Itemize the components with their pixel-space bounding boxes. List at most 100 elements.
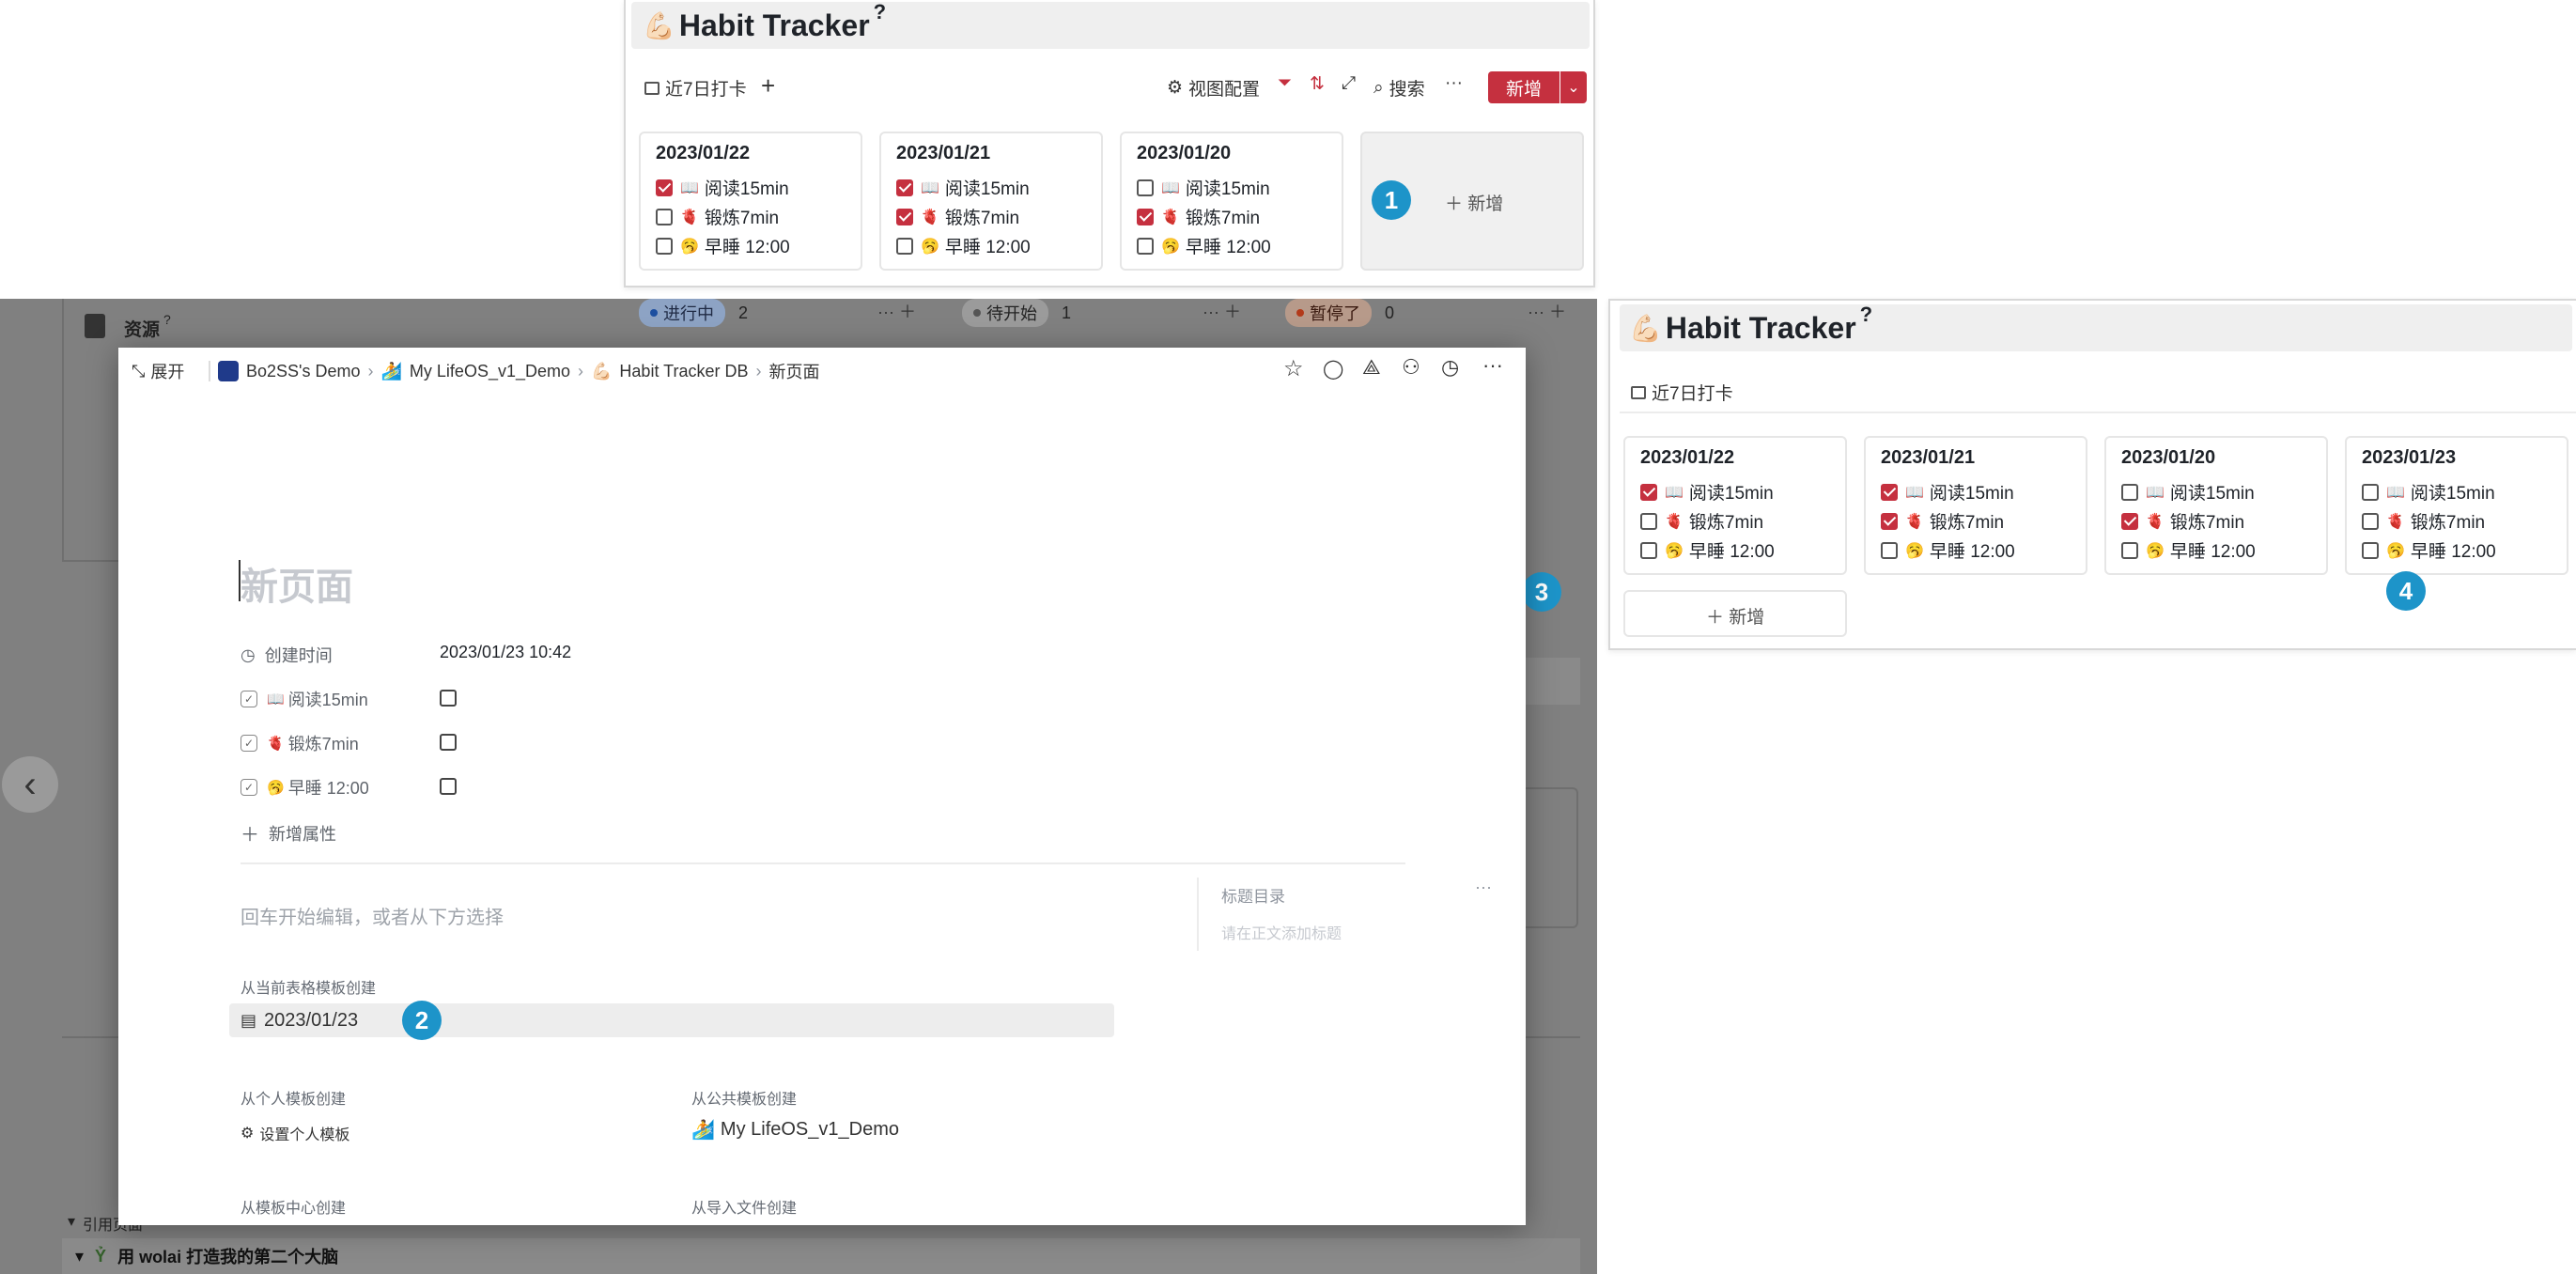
date-card[interactable]: 2023/01/23 📖 阅读15min 🫀 锻炼7min 🥱 早睡 12:00 <box>2345 436 2568 575</box>
habit-row[interactable]: 📖 阅读15min <box>1137 175 1270 200</box>
date-card[interactable]: 2023/01/21 📖 阅读15min 🫀 锻炼7min 🥱 早睡 12:00 <box>879 132 1103 271</box>
habit-row[interactable]: 📖 阅读15min <box>2121 479 2255 505</box>
kanban-header-paused[interactable]: 暂停了 0 <box>1285 299 1394 327</box>
date-card[interactable]: 2023/01/20 📖 阅读15min 🫀 锻炼7min 🥱 早睡 12:00 <box>1120 132 1343 271</box>
chevron-down-icon: ⌄ <box>1567 80 1580 96</box>
habit-checkbox[interactable] <box>2362 512 2379 530</box>
sort-icon[interactable]: ⇅ <box>1310 73 1325 95</box>
toc-more-icon[interactable]: ··· <box>1475 878 1492 897</box>
habit-row[interactable]: 🥱 早睡 12:00 <box>2121 537 2256 563</box>
help-qmark[interactable]: ? <box>874 0 886 24</box>
comment-icon[interactable]: ◯ <box>1323 357 1343 381</box>
more-button[interactable]: ··· <box>1445 73 1463 94</box>
public-template-item[interactable]: 🏄 My LifeOS_v1_Demo <box>691 1118 899 1142</box>
kanban-more[interactable]: ··· ＋ <box>877 299 916 323</box>
view-tab[interactable]: 近7日打卡 <box>1631 380 1733 405</box>
nav-prev-button[interactable]: ‹ <box>2 756 58 813</box>
table-template-item[interactable]: ▤ 2023/01/23 <box>229 1003 1114 1037</box>
habit-checkbox[interactable] <box>2121 483 2138 501</box>
habit-row[interactable]: 🥱 早睡 12:00 <box>2362 537 2496 563</box>
new-button[interactable]: 新增 <box>1488 71 1560 103</box>
help-qmark[interactable]: ? <box>1860 303 1872 327</box>
habit-row[interactable]: 🥱 早睡 12:00 <box>1881 537 2015 563</box>
from-personal-label: 从个人模板创建 <box>241 1092 347 1108</box>
habit-checkbox[interactable] <box>1881 512 1898 530</box>
search-button[interactable]: ⌕ 搜索 <box>1373 75 1425 101</box>
set-personal-template[interactable]: ⚙ 设置个人模板 <box>241 1122 349 1144</box>
habit-checkbox[interactable] <box>1881 483 1898 501</box>
star-icon[interactable]: ☆ <box>1283 355 1304 382</box>
habit-checkbox[interactable] <box>656 208 673 225</box>
habit-checkbox[interactable] <box>896 237 913 255</box>
date-card[interactable]: 2023/01/22 📖 阅读15min 🫀 锻炼7min 🥱 早睡 12:00 <box>639 132 862 271</box>
habit-row[interactable]: 🥱 早睡 12:00 <box>1137 233 1271 258</box>
workspace-avatar <box>218 361 239 381</box>
page-title-input[interactable]: 新页面 <box>241 556 353 611</box>
habit-checkbox[interactable] <box>2362 541 2379 559</box>
habit-checkbox[interactable] <box>1137 237 1154 255</box>
editor-placeholder[interactable]: 回车开始编辑，或者从下方选择 <box>241 902 504 929</box>
more-icon[interactable]: ··· <box>1482 353 1503 378</box>
habit-row[interactable]: 🫀 锻炼7min <box>1881 508 2004 534</box>
habit-checkbox[interactable] <box>1137 208 1154 225</box>
prop-exercise[interactable]: ✓ 🫀 锻炼7min <box>241 731 359 755</box>
add-view-button[interactable]: + <box>761 71 775 101</box>
filter-icon[interactable]: ⏷ <box>1278 73 1292 94</box>
habit-row[interactable]: 🥱 早睡 12:00 <box>896 233 1031 258</box>
breadcrumb-item[interactable]: Habit Tracker DB <box>619 362 748 381</box>
view-config-button[interactable]: ⚙ 视图配置 <box>1167 75 1260 101</box>
prop-sleep[interactable]: ✓ 🥱 早睡 12:00 <box>241 775 369 800</box>
add-property-button[interactable]: ＋ 新增属性 <box>241 819 336 847</box>
prop-created-time[interactable]: ◷ 创建时间 <box>241 643 333 667</box>
habit-row[interactable]: 🫀 锻炼7min <box>2121 508 2244 534</box>
habit-row[interactable]: 🫀 锻炼7min <box>1137 204 1260 229</box>
add-member-icon[interactable]: ⚇ <box>1402 355 1420 380</box>
habit-row[interactable]: 📖 阅读15min <box>1881 479 2014 505</box>
habit-checkbox[interactable] <box>896 179 913 196</box>
date-card[interactable]: 2023/01/22 📖 阅读15min 🫀 锻炼7min 🥱 早睡 12:00 <box>1623 436 1847 575</box>
habit-row[interactable]: 🫀 锻炼7min <box>656 204 779 229</box>
habit-checkbox[interactable] <box>656 179 673 196</box>
habit-checkbox[interactable] <box>1137 179 1154 196</box>
habit-checkbox[interactable] <box>656 237 673 255</box>
date-card[interactable]: 2023/01/20 📖 阅读15min 🫀 锻炼7min 🥱 早睡 12:00 <box>2104 436 2328 575</box>
habit-checkbox[interactable] <box>2121 541 2138 559</box>
habit-row[interactable]: 🫀 锻炼7min <box>1640 508 1763 534</box>
habit-row[interactable]: 📖 阅读15min <box>656 175 789 200</box>
habit-row[interactable]: 📖 阅读15min <box>896 175 1030 200</box>
kanban-more[interactable]: ··· ＋ <box>1528 299 1566 323</box>
habit-row[interactable]: 📖 阅读15min <box>2362 479 2495 505</box>
right-title-bar: 💪🏻 Habit Tracker ? <box>1620 303 2572 351</box>
bottom-list-item[interactable]: ▾ Ỷ 用 wolai 打造我的第二个大脑 <box>62 1238 1580 1274</box>
habit-row[interactable]: 🫀 锻炼7min <box>896 204 1019 229</box>
date-card[interactable]: 2023/01/21 📖 阅读15min 🫀 锻炼7min 🥱 早睡 12:00 <box>1864 436 2087 575</box>
habit-checkbox[interactable] <box>2362 483 2379 501</box>
habit-checkbox[interactable] <box>2121 512 2138 530</box>
sleep-checkbox[interactable] <box>440 778 457 795</box>
view-tab[interactable]: 近7日打卡 <box>644 75 747 101</box>
habit-checkbox[interactable] <box>1640 512 1657 530</box>
habit-row[interactable]: 🥱 早睡 12:00 <box>656 233 790 258</box>
habit-checkbox[interactable] <box>896 208 913 225</box>
expand-button[interactable]: ⤡ 展开 <box>132 359 184 383</box>
kanban-header-inprogress[interactable]: 进行中 2 <box>639 299 748 327</box>
habit-checkbox[interactable] <box>1640 483 1657 501</box>
habit-checkbox[interactable] <box>1640 541 1657 559</box>
share-icon[interactable]: ⟁ <box>1362 355 1381 380</box>
prop-reading[interactable]: ✓ 📖 阅读15min <box>241 687 368 711</box>
habit-row[interactable]: 🫀 锻炼7min <box>2362 508 2485 534</box>
new-dropdown-button[interactable]: ⌄ <box>1560 71 1587 103</box>
kanban-header-todo[interactable]: 待开始 1 <box>962 299 1071 327</box>
expand-icon[interactable]: ⤢ <box>1342 73 1356 94</box>
exercise-checkbox[interactable] <box>440 734 457 751</box>
breadcrumb-item[interactable]: My LifeOS_v1_Demo <box>410 362 570 381</box>
habit-row[interactable]: 📖 阅读15min <box>1640 479 1774 505</box>
history-icon[interactable]: ◷ <box>1441 355 1459 380</box>
add-card[interactable]: ＋ 新增 <box>1623 590 1847 637</box>
habit-checkbox[interactable] <box>1881 541 1898 559</box>
reading-checkbox[interactable] <box>440 690 457 707</box>
breadcrumb-item[interactable]: Bo2SS's Demo <box>246 362 361 381</box>
kanban-more[interactable]: ··· ＋ <box>1203 299 1241 323</box>
breadcrumb-item-current[interactable]: 新页面 <box>768 359 819 383</box>
habit-row[interactable]: 🥱 早睡 12:00 <box>1640 537 1775 563</box>
